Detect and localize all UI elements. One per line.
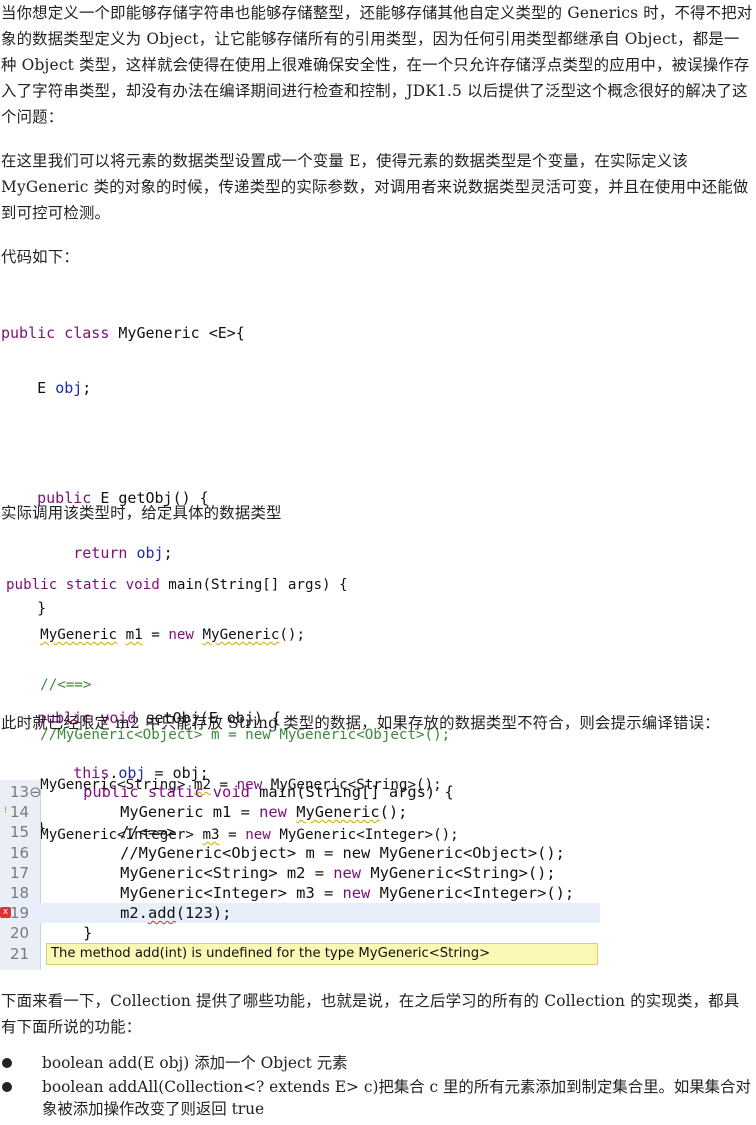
editor-line-18: 18 MyGeneric<Integer> m3 = new MyGeneric… xyxy=(0,883,600,903)
warning-squiggle: MyGeneric xyxy=(296,803,380,822)
code-keyword: public class xyxy=(1,324,110,342)
editor-code: MyGeneric m1 = new MyGeneric(); xyxy=(46,802,407,822)
code-text: (); xyxy=(379,803,408,822)
code-keyword: public static void xyxy=(46,783,250,801)
code-keyword: new xyxy=(259,803,287,822)
collection-intro-paragraph: 下面来看一下，Collection 提供了哪些功能，也就是说，在之后学习的所有的… xyxy=(1,992,740,1036)
code-comment-line: //<==> xyxy=(6,677,92,693)
code-comment: //MyGeneric<Object> m = new MyGeneric<Ob… xyxy=(46,843,565,862)
code-text: (); xyxy=(279,627,305,643)
code-keyword: public static void xyxy=(6,577,160,593)
code-text: main(String[] args) { xyxy=(249,783,454,801)
line-number: 13⊖ xyxy=(10,783,42,801)
line-number: 16 xyxy=(10,843,30,862)
code-text: MyGeneric<String>(); xyxy=(361,863,556,882)
line-number: 19 xyxy=(10,904,30,923)
line-number: 21 xyxy=(10,944,30,963)
line-number: 14 xyxy=(10,803,30,822)
ide-editor-screenshot: 13⊖ public static void main(String[] arg… xyxy=(0,780,600,970)
warning-squiggle: m1 xyxy=(125,627,143,643)
code-text: MyGeneric m1 = xyxy=(46,803,260,822)
list-item-text: boolean add(E obj) 添加一个 Object 元素 xyxy=(42,1054,348,1072)
editor-line-19-current: x 19 m2.add(123); xyxy=(0,903,600,924)
editor-line-13: 13⊖ public static void main(String[] arg… xyxy=(0,782,600,802)
compile-error-paragraph: 此时就已经限定 m2 中只能存放 String 类型的数据，如果存放的数据类型不… xyxy=(1,714,720,732)
code-text: MyGeneric<Integer> m3 = xyxy=(46,884,343,902)
bullet-dot-icon xyxy=(2,1058,12,1068)
code-comment: //<==> xyxy=(46,823,176,842)
editor-line-16: 16 //MyGeneric<Object> m = new MyGeneric… xyxy=(0,843,600,863)
code-line: E obj; xyxy=(1,379,281,398)
editor-code: MyGeneric<Integer> m3 = new MyGeneric<In… xyxy=(46,883,574,903)
editor-line-15: 15 //<==> xyxy=(0,822,600,842)
editor-code: } xyxy=(46,924,93,943)
code-text: main(String[] args) { xyxy=(159,577,348,593)
code-line: public static void main(String[] args) { xyxy=(6,576,459,594)
error-tooltip: The method add(int) is undefined for the… xyxy=(46,943,598,965)
editor-line-20: 20 } xyxy=(0,923,600,943)
code-text: MyGeneric<Integer>(); xyxy=(370,884,575,902)
type-variable-paragraph: 在这里我们可以将元素的数据类型设置成一个变量 E，使得元素的数据类型是个变量，在… xyxy=(1,152,749,222)
code-text: m2. xyxy=(46,904,148,923)
list-item: boolean addAll(Collection<? extends E> c… xyxy=(0,1076,756,1120)
code-text: E xyxy=(1,379,56,397)
code-text: MyGeneric<String> m2 = xyxy=(46,863,334,882)
line-number: 17 xyxy=(10,863,30,882)
code-line: MyGeneric m1 = new MyGeneric(); xyxy=(6,626,459,644)
code-field: obj xyxy=(55,379,83,397)
code-text: ; xyxy=(82,379,92,397)
code-line: public class MyGeneric <E>{ xyxy=(1,324,281,343)
code-intro-label: 代码如下： xyxy=(1,248,79,266)
code-text: (123); xyxy=(175,904,232,923)
usage-label: 实际调用该类型时，给定具体的数据类型 xyxy=(1,504,282,522)
warning-squiggle: MyGeneric xyxy=(202,627,280,643)
code-keyword: new xyxy=(168,627,194,643)
editor-code: m2.add(123); xyxy=(46,903,231,923)
editor-line-17: 17 MyGeneric<String> m2 = new MyGeneric<… xyxy=(0,863,600,883)
list-item-text: boolean addAll(Collection<? extends E> c… xyxy=(42,1078,751,1118)
editor-line-14: ! 14 MyGeneric m1 = new MyGeneric(); xyxy=(0,802,600,822)
editor-code: MyGeneric<String> m2 = new MyGeneric<Str… xyxy=(46,863,556,883)
warning-squiggle: MyGeneric xyxy=(40,627,118,643)
list-item: boolean add(E obj) 添加一个 Object 元素 xyxy=(0,1052,756,1074)
intro-paragraph: 当你想定义一个即能够存储字符串也能够存储整型，还能够存储其他自定义类型的 Gen… xyxy=(1,4,753,126)
code-keyword: new xyxy=(342,884,371,902)
editor-code: public static void main(String[] args) { xyxy=(46,782,454,802)
error-squiggle: add xyxy=(147,904,176,923)
line-number: 20 xyxy=(10,924,30,943)
collection-method-list: boolean add(E obj) 添加一个 Object 元素 boolea… xyxy=(0,1052,756,1122)
code-keyword: new xyxy=(333,863,362,882)
line-number: 18 xyxy=(10,884,30,902)
bullet-dot-icon xyxy=(2,1082,12,1092)
code-text: = xyxy=(142,627,169,643)
line-number: 15 xyxy=(10,823,30,842)
code-text: MyGeneric <E>{ xyxy=(109,324,245,342)
